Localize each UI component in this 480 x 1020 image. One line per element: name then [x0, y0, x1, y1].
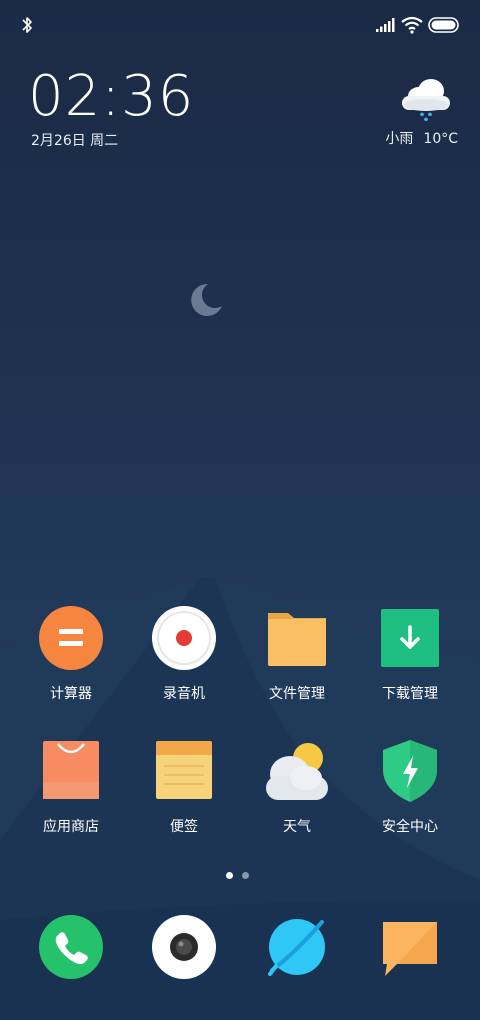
app-store[interactable]: 应用商店 [21, 738, 121, 836]
app-label: 录音机 [163, 686, 205, 702]
page-indicator [226, 872, 256, 880]
app-download-manager[interactable]: 下载管理 [360, 605, 460, 703]
app-calculator[interactable]: 计算器 [21, 605, 121, 703]
app-file-manager[interactable]: 文件管理 [247, 605, 347, 703]
wifi-icon [401, 16, 423, 34]
app-label: 安全中心 [382, 819, 438, 835]
app-weather[interactable]: 天气 [247, 738, 347, 836]
phone-icon[interactable] [38, 914, 104, 980]
app-recorder[interactable]: 录音机 [134, 605, 234, 703]
shield-icon [383, 740, 437, 802]
rain-cloud-icon[interactable] [398, 74, 454, 124]
app-label: 便签 [170, 819, 198, 835]
battery-icon [428, 17, 459, 33]
app-label: 应用商店 [43, 819, 99, 835]
app-label: 文件管理 [269, 686, 325, 702]
page-dot[interactable] [242, 872, 249, 879]
download-icon [381, 609, 439, 667]
clock-date: 2月26日 周二 [31, 133, 119, 149]
browser-icon[interactable] [264, 914, 330, 980]
signal-icon [376, 18, 395, 32]
recorder-icon [152, 606, 216, 670]
shopping-bag-icon [43, 741, 99, 799]
bluetooth-icon [22, 17, 32, 33]
notes-icon [156, 741, 212, 799]
weather-info: 小雨 10°C [378, 128, 458, 148]
page-dot-active[interactable] [226, 872, 233, 879]
app-label: 下载管理 [382, 686, 438, 702]
camera-icon[interactable] [151, 914, 217, 980]
app-label: 计算器 [50, 686, 92, 702]
moon-icon [191, 283, 222, 316]
weather-temperature: 10°C [423, 131, 458, 147]
folder-icon [268, 613, 326, 666]
app-label: 天气 [283, 819, 311, 835]
app-notes[interactable]: 便签 [134, 738, 234, 836]
clock-time[interactable]: 02:36 [28, 64, 194, 129]
messages-icon[interactable] [377, 914, 443, 980]
status-bar [0, 0, 480, 50]
weather-icon [266, 743, 328, 800]
app-security-center[interactable]: 安全中心 [360, 738, 460, 836]
weather-condition: 小雨 [385, 131, 414, 147]
calculator-icon [39, 606, 103, 670]
